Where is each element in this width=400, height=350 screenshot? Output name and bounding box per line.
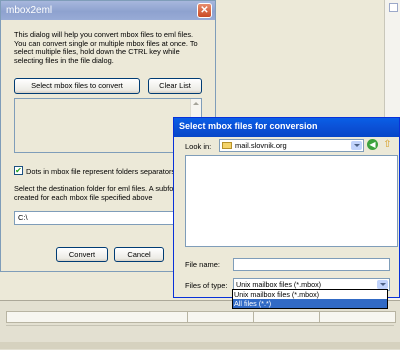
type-option-selected[interactable]: All files (*.*)	[233, 299, 387, 308]
dialog-description: This dialog will help you convert mbox f…	[14, 30, 198, 65]
back-icon[interactable]: ◀	[367, 139, 378, 150]
chevron-down-icon[interactable]	[351, 141, 362, 150]
chevron-down-icon[interactable]	[377, 280, 388, 289]
background-taskbar	[0, 342, 400, 349]
cancel-button[interactable]: Cancel	[114, 247, 164, 262]
folder-separator-checkbox[interactable]: ✔	[14, 166, 23, 175]
scroll-up-icon[interactable]	[193, 102, 199, 105]
files-of-type-options: Unix mailbox files (*.mbox) All files (*…	[232, 289, 388, 309]
close-icon[interactable]: ✕	[197, 3, 212, 18]
look-in-dropdown[interactable]: mail.slovnik.org	[219, 139, 364, 152]
clear-list-button[interactable]: Clear List	[148, 78, 202, 94]
background-icon	[389, 3, 398, 12]
checkbox-label: Dots in mbox file represent folders sepa…	[26, 167, 176, 176]
files-of-type-value: Unix mailbox files (*.mbox)	[236, 280, 322, 289]
files-of-type-label: Files of type:	[185, 281, 228, 290]
look-in-value: mail.slovnik.org	[235, 141, 287, 150]
file-list-pane[interactable]	[185, 155, 398, 247]
type-option[interactable]: Unix mailbox files (*.mbox)	[233, 290, 387, 299]
look-in-label: Look in:	[185, 142, 212, 151]
file-name-label: File name:	[185, 260, 221, 269]
convert-button[interactable]: Convert	[56, 247, 108, 262]
background-divider	[6, 325, 394, 334]
destination-path-input[interactable]: C:\	[14, 211, 184, 225]
file-name-input[interactable]	[233, 258, 390, 271]
select-mbox-files-dialog: Select mbox files for conversion Look in…	[173, 117, 400, 298]
background-status-bar	[6, 311, 396, 323]
file-dialog-title: Select mbox files for conversion	[174, 118, 399, 137]
up-folder-icon[interactable]: ⇧	[382, 139, 393, 150]
dialog-title: mbox2eml	[1, 1, 215, 20]
select-mbox-files-button[interactable]: Select mbox files to convert	[14, 78, 140, 94]
folder-icon	[222, 142, 232, 149]
